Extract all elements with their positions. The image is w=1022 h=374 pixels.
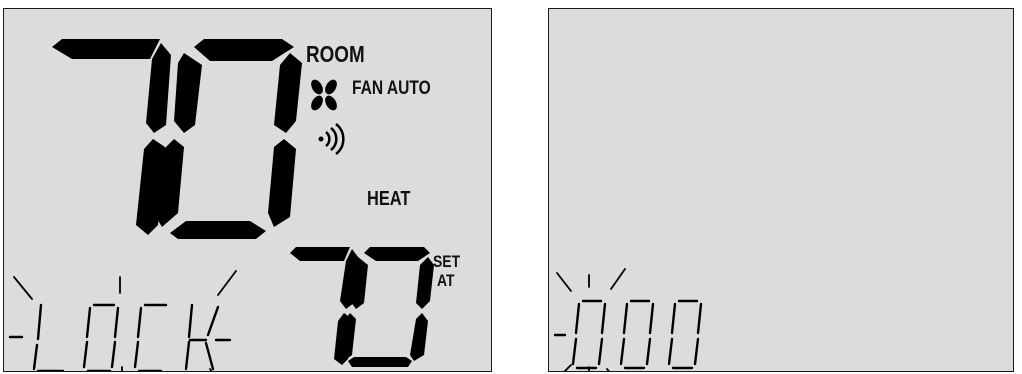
thermostat-lcd-lock: ROOM FAN AUTO HEAT SET AT — [3, 8, 492, 372]
lock-message-segments — [8, 303, 232, 371]
fan-icon — [311, 79, 337, 111]
code-digits — [553, 299, 703, 370]
room-temperature-digits — [52, 39, 302, 239]
thermostat-lcd-code-entry — [548, 8, 1014, 372]
system-mode-label: HEAT — [367, 188, 411, 210]
fan-mode-label: FAN AUTO — [352, 78, 431, 99]
flashing-indicator-lines — [556, 268, 626, 371]
set-at-label-line2: AT — [437, 271, 455, 290]
room-label: ROOM — [306, 41, 365, 67]
lcd-segment-art — [8, 39, 434, 371]
flashing-indicator-lines — [13, 270, 237, 371]
wireless-signal-icon — [318, 123, 345, 155]
set-at-label-line1: SET — [433, 252, 461, 271]
lcd-segment-art — [553, 268, 703, 371]
set-temperature-digits — [290, 247, 434, 367]
